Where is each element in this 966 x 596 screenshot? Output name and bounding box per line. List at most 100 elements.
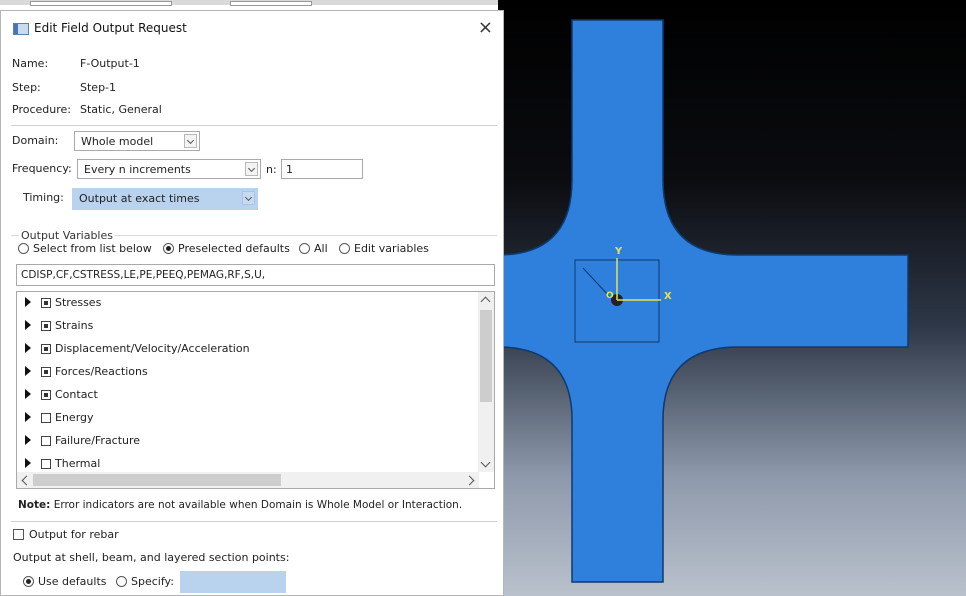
tree-item-label: Displacement/Velocity/Acceleration — [55, 342, 250, 355]
expand-arrow-icon[interactable] — [25, 297, 31, 307]
step-label: Step: — [12, 81, 41, 94]
close-icon[interactable]: × — [478, 17, 493, 38]
expand-arrow-icon[interactable] — [25, 412, 31, 422]
step-value: Step-1 — [80, 81, 117, 94]
chevron-down-icon[interactable] — [184, 134, 197, 148]
window-icon — [13, 23, 29, 35]
tree-item-energy[interactable]: Energy — [25, 411, 94, 429]
scroll-up-icon[interactable] — [480, 296, 491, 307]
scroll-thumb[interactable] — [480, 310, 492, 402]
radio-selected-icon[interactable] — [23, 576, 34, 587]
radio-label: Select from list below — [33, 242, 152, 255]
dialog-titlebar[interactable]: Edit Field Output Request × — [1, 11, 503, 45]
checkbox-partial-icon[interactable] — [41, 298, 51, 308]
tree-item-label: Contact — [55, 388, 98, 401]
radio-all[interactable]: All — [299, 242, 328, 255]
checkbox-icon[interactable] — [41, 413, 51, 423]
radio-select-from-list[interactable]: Select from list below — [18, 242, 152, 255]
frequency-select[interactable]: Every n increments — [77, 159, 261, 179]
frequency-value: Every n increments — [84, 163, 191, 176]
scroll-right-icon[interactable] — [464, 475, 475, 486]
output-variables-title: Output Variables — [19, 229, 115, 242]
procedure-value: Static, General — [80, 103, 162, 116]
divider — [11, 125, 497, 126]
scroll-thumb[interactable] — [33, 474, 281, 486]
radio-specify[interactable]: Specify: — [116, 575, 174, 588]
expand-arrow-icon[interactable] — [25, 343, 31, 353]
tree-item-label: Thermal — [55, 457, 101, 470]
tree-item-strains[interactable]: Strains — [25, 319, 93, 337]
tree-item-label: Stresses — [55, 296, 102, 309]
n-input[interactable]: 1 — [281, 159, 363, 179]
tree-item-displacement[interactable]: Displacement/Velocity/Acceleration — [25, 342, 250, 360]
checkbox-label: Output for rebar — [29, 528, 119, 541]
tree-item-forces[interactable]: Forces/Reactions — [25, 365, 148, 383]
tree-item-contact[interactable]: Contact — [25, 388, 98, 406]
tree-item-label: Failure/Fracture — [55, 434, 141, 447]
radio-icon[interactable] — [116, 576, 127, 587]
radio-label: Specify: — [131, 575, 174, 588]
x-axis-label: X — [664, 291, 672, 302]
note-text: Note: Error indicators are not available… — [18, 499, 462, 511]
domain-select[interactable]: Whole model — [74, 131, 200, 151]
procedure-label: Procedure: — [12, 103, 71, 116]
chevron-down-icon[interactable] — [245, 162, 258, 176]
variables-text-field[interactable]: CDISP,CF,CSTRESS,LE,PE,PEEQ,PEMAG,RF,S,U… — [16, 264, 495, 286]
chevron-down-icon[interactable] — [242, 191, 255, 205]
expand-arrow-icon[interactable] — [25, 320, 31, 330]
output-variables-tree[interactable]: Stresses Strains Displacement/Velocity/A… — [16, 291, 495, 489]
domain-value: Whole model — [81, 135, 154, 148]
model-viewport[interactable]: Y X O — [498, 0, 966, 596]
frequency-label: Frequency: — [12, 162, 72, 175]
radio-edit-variables[interactable]: Edit variables — [339, 242, 429, 255]
note-label: Note: — [18, 499, 51, 511]
checkbox-partial-icon[interactable] — [41, 344, 51, 354]
horizontal-scrollbar[interactable] — [17, 472, 479, 488]
radio-use-defaults[interactable]: Use defaults — [23, 575, 106, 588]
radio-selected-icon[interactable] — [163, 243, 174, 254]
radio-label: Edit variables — [354, 242, 429, 255]
n-label: n: — [266, 163, 277, 176]
cross-shaped-part[interactable] — [498, 19, 909, 583]
radio-label: Use defaults — [38, 575, 107, 588]
output-for-rebar-checkbox[interactable]: Output for rebar — [13, 528, 119, 541]
timing-value: Output at exact times — [79, 192, 200, 205]
variables-text: CDISP,CF,CSTRESS,LE,PE,PEEQ,PEMAG,RF,S,U… — [21, 269, 266, 281]
tree-item-stresses[interactable]: Stresses — [25, 296, 101, 314]
dialog-title: Edit Field Output Request — [34, 21, 187, 35]
scroll-down-icon[interactable] — [480, 457, 491, 468]
radio-label: Preselected defaults — [178, 242, 290, 255]
radio-icon[interactable] — [18, 243, 29, 254]
n-value: 1 — [286, 163, 293, 176]
checkbox-icon[interactable] — [13, 529, 24, 540]
tree-item-label: Energy — [55, 411, 94, 424]
radio-icon[interactable] — [339, 243, 350, 254]
scroll-left-icon[interactable] — [21, 475, 32, 486]
domain-label: Domain: — [12, 134, 59, 147]
model-canvas[interactable] — [498, 0, 966, 596]
checkbox-icon[interactable] — [41, 459, 51, 469]
tree-item-label: Forces/Reactions — [55, 365, 148, 378]
divider — [11, 521, 497, 522]
checkbox-partial-icon[interactable] — [41, 321, 51, 331]
note-message: Error indicators are not available when … — [53, 499, 463, 511]
expand-arrow-icon[interactable] — [25, 435, 31, 445]
vertical-scrollbar[interactable] — [478, 292, 494, 472]
edit-field-output-dialog: Edit Field Output Request × Name: F-Outp… — [0, 10, 504, 596]
expand-arrow-icon[interactable] — [25, 366, 31, 376]
specify-input[interactable] — [180, 571, 286, 593]
checkbox-icon[interactable] — [41, 436, 51, 446]
section-points-label: Output at shell, beam, and layered secti… — [13, 551, 290, 564]
name-label: Name: — [12, 57, 49, 70]
timing-select[interactable]: Output at exact times — [72, 188, 258, 210]
y-axis-label: Y — [615, 246, 623, 257]
radio-preselected-defaults[interactable]: Preselected defaults — [163, 242, 290, 255]
tree-item-failure[interactable]: Failure/Fracture — [25, 434, 140, 452]
timing-label: Timing: — [23, 191, 64, 204]
expand-arrow-icon[interactable] — [25, 389, 31, 399]
checkbox-partial-icon[interactable] — [41, 390, 51, 400]
radio-label: All — [314, 242, 328, 255]
checkbox-partial-icon[interactable] — [41, 367, 51, 377]
radio-icon[interactable] — [299, 243, 310, 254]
expand-arrow-icon[interactable] — [25, 458, 31, 468]
